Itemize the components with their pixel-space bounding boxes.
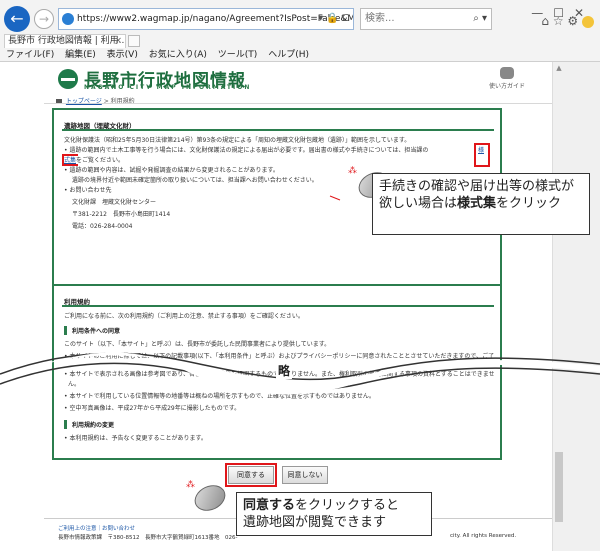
terms-p6: • 本利用規約は、予告なく変更することがあります。 (64, 435, 207, 442)
form-link-highlight-b (62, 154, 78, 166)
back-button[interactable]: ← (4, 6, 30, 32)
close-tab-icon[interactable]: × (114, 35, 122, 48)
heritage-line-5: 遺跡の境界付近や範囲未確定箇所の取り扱いについては、担当課へお問い合わせください… (72, 177, 318, 184)
terms-p1: このサイト（以下、「本サイト」と呼ぶ）は、長野市が委託した民間事業者により提供し… (64, 341, 331, 348)
menu-file[interactable]: ファイル(F) (6, 50, 54, 60)
heritage-line-7: 文化財課 埋蔵文化財センター (72, 199, 157, 206)
terms-heading-changes: 利用規約の変更 (64, 420, 114, 429)
feedback-smiley-icon[interactable] (582, 15, 594, 28)
heritage-line-9: 電話：026-284-0004 (72, 223, 133, 230)
guide-icon (500, 67, 514, 79)
disagree-button[interactable]: 同意しない (282, 466, 328, 484)
callout2-bold: 同意する (243, 498, 296, 513)
menu-view[interactable]: 表示(V) (107, 50, 138, 60)
menu-help[interactable]: ヘルプ(H) (268, 50, 309, 60)
address-tools-icon[interactable]: ▾ 🔒 C (318, 9, 349, 29)
callout1-bold: 様式集 (457, 196, 497, 211)
menu-tools[interactable]: ツール(T) (218, 50, 258, 60)
scroll-up-icon[interactable]: ▲ (553, 64, 565, 72)
forward-button[interactable]: → (34, 9, 54, 29)
toolbar-icons[interactable]: ⌂ ☆ ⚙ (541, 14, 594, 28)
favorites-icon[interactable]: ☆ (553, 14, 564, 28)
terms-p2: • 本サイトのご利用に際しては、以下の記載事項(以下、「本利用条件」と呼ぶ）およ… (64, 353, 494, 360)
omission-label: 略 (276, 362, 293, 379)
heritage-line-3-text: をご覧ください。 (76, 157, 125, 164)
menu-bar: ファイル(F) 編集(E) 表示(V) お気に入り(A) ツール(T) ヘルプ(… (0, 48, 600, 62)
divider (44, 103, 552, 104)
heritage-line-1: 文化財保護法（昭和25年5月30日法律第214号）第93条の規定による「周知の埋… (64, 137, 411, 144)
scroll-thumb[interactable] (555, 452, 563, 522)
terms-intro: ご利用になる前に、次の利用規約（ご利用上の注意、禁止する事項）をご確認ください。 (64, 313, 304, 320)
terms-rule (62, 305, 494, 307)
search-icon[interactable]: ⌕ ▾ (473, 9, 487, 29)
gear-icon[interactable]: ⚙ (567, 14, 578, 28)
city-logo-icon[interactable] (58, 69, 78, 89)
ie-logo-icon (62, 13, 74, 25)
callout2-mid: をクリックすると (295, 498, 400, 513)
site-subtitle: NAGANO CITY MAP INFORMATION (84, 84, 252, 91)
tab-title: 長野市 行政地図情報 | 利用... (8, 36, 126, 46)
home-icon[interactable]: ⌂ (541, 14, 549, 28)
guide-label: 使い方ガイド (488, 83, 525, 90)
click-spark-icon: ⁂ (348, 166, 357, 176)
browser-tab[interactable]: 長野市 行政地図情報 | 利用... × (4, 34, 126, 48)
menu-favorites[interactable]: お気に入り(A) (149, 50, 207, 60)
browser-chrome: ← → https://www2.wagmap.jp/nagano/Agreem… (0, 0, 600, 62)
terms-p4: • 本サイトで利用している位置情報等の地番等は概ねの場所を示すもので、正確な位置… (64, 393, 375, 400)
address-url: https://www2.wagmap.jp/nagano/Agreement?… (77, 14, 353, 24)
terms-p3b: ん。 (68, 381, 81, 388)
heritage-line-8: 〒381-2212 長野市小島田町1414 (72, 211, 171, 218)
click-spark-icon-2: ⁂ (186, 480, 195, 490)
address-bar[interactable]: https://www2.wagmap.jp/nagano/Agreement?… (58, 8, 354, 30)
terms-heading-consent: 利用条件への同意 (64, 326, 120, 335)
heritage-line-4: • 遺跡の範囲や内容は、試掘や発掘調査の結果から変更されることがあります。 (64, 167, 279, 174)
callout2-end: 遺跡地図が閲覧できます (243, 515, 387, 530)
title-rule (62, 129, 494, 131)
new-tab-button[interactable] (128, 35, 140, 47)
footer-copyright: city. All rights Reserved. (450, 533, 517, 539)
callout-agree: 同意するをクリックすると 遺跡地図が閲覧できます (236, 492, 432, 536)
browser-search-input[interactable]: 検索... ⌕ ▾ (360, 8, 492, 30)
menu-edit[interactable]: 編集(E) (65, 50, 96, 60)
vertical-scrollbar[interactable]: ▲ (552, 62, 600, 551)
agree-button[interactable]: 同意する (228, 466, 274, 484)
footer-links[interactable]: ご利用上の注意｜お問い合わせ (58, 524, 135, 532)
heritage-line-6: • お問い合わせ先 (64, 187, 112, 194)
search-placeholder: 検索... (365, 13, 395, 24)
form-link-highlight (474, 143, 490, 167)
heritage-line-2: • 遺跡の範囲内で土木工事等を行う場合には、文化財保護法の規定による届出が必要で… (64, 147, 429, 154)
callout1-end: をクリック (496, 196, 562, 211)
web-page: 長野市行政地図情報 NAGANO CITY MAP INFORMATION 使い… (0, 62, 600, 551)
footer-org: 長野市情報政策課 〒380-8512 長野市大字鶴賀緑町1613番地 026- (58, 535, 238, 541)
terms-p5: • 空中写真画像は、平成27年から平成29年に撮影したものです。 (64, 405, 241, 412)
page-content: 長野市行政地図情報 NAGANO CITY MAP INFORMATION 使い… (44, 62, 552, 551)
callout-form-collection: 手続きの確認や届け出等の様式が欲しい場合は様式集をクリック (372, 173, 590, 235)
usage-guide-button[interactable]: 使い方ガイド (482, 67, 532, 95)
